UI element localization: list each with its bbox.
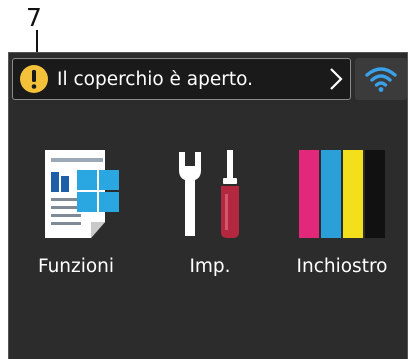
settings-label: Imp. [189,256,231,277]
ink-tile[interactable]: Inchiostro [277,148,407,338]
functions-icon [45,150,119,238]
status-message-bar[interactable]: Il coperchio è aperto. [12,58,351,100]
lcd-screen: Il coperchio è aperto. Funzioni Imp. Inc… [8,52,408,359]
wifi-button[interactable] [355,58,407,100]
wifi-icon [365,67,397,92]
status-message-text: Il coperchio è aperto. [57,68,253,90]
chevron-right-icon [330,68,343,90]
functions-label: Funzioni [37,256,115,277]
warning-icon [20,65,48,93]
settings-tools-icon [179,150,239,238]
ink-label: Inchiostro [296,256,388,277]
settings-tile[interactable]: Imp. [145,148,275,338]
ink-cartridges-icon [299,150,385,238]
functions-tile[interactable]: Funzioni [11,148,141,338]
callout-number: 7 [26,3,42,32]
